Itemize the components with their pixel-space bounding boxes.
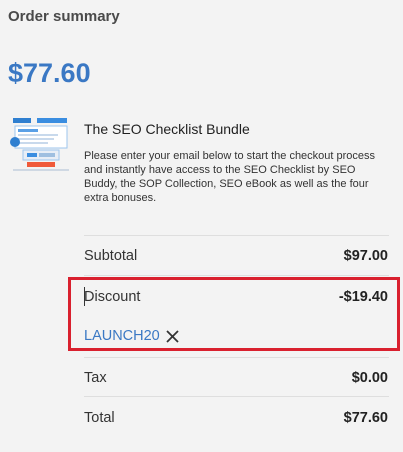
subtotal-value: $97.00	[343, 248, 388, 264]
order-summary-title: Order summary	[8, 8, 120, 25]
discount-value: -$19.40	[338, 289, 388, 305]
total-label: Total	[84, 410, 115, 426]
divider	[84, 357, 389, 358]
total-value: $77.60	[343, 410, 388, 426]
close-icon[interactable]	[165, 329, 180, 344]
coupon-code-link[interactable]: LAUNCH20	[84, 328, 160, 344]
product-thumbnail	[9, 116, 73, 174]
divider	[84, 396, 389, 397]
order-total-amount: $77.60	[8, 58, 91, 88]
tax-value: $0.00	[351, 370, 388, 386]
divider	[84, 235, 389, 236]
subtotal-label: Subtotal	[84, 248, 138, 264]
tax-label: Tax	[84, 370, 107, 386]
discount-label: Discount	[84, 289, 141, 305]
product-name: The SEO Checklist Bundle	[84, 121, 250, 137]
divider	[84, 275, 389, 276]
product-description: Please enter your email below to start t…	[84, 150, 376, 204]
